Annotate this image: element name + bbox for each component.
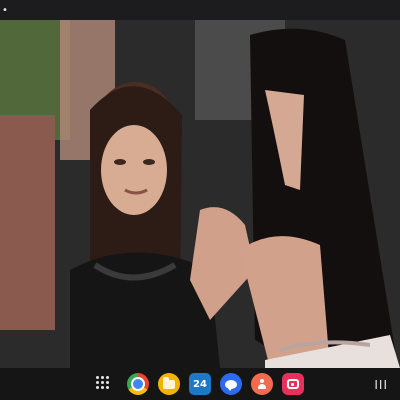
person-icon [257,379,267,389]
video-player[interactable] [0,20,400,368]
chrome-icon[interactable] [127,373,149,395]
app-drawer-icon[interactable] [96,376,112,392]
status-indicator: • [2,4,10,16]
recent-apps-button[interactable]: III [374,378,388,392]
folder-icon [163,376,175,389]
chrome-center-icon [131,377,145,391]
video-frame [0,20,400,368]
app-dock: 24 [96,373,304,395]
status-bar: • [0,0,400,20]
calendar-date-label: 24 [193,378,207,390]
contacts-icon[interactable] [251,373,273,395]
tablet-screen: • 24 III [0,0,400,400]
files-icon[interactable] [158,373,180,395]
messages-icon[interactable] [220,373,242,395]
message-bubble-icon [225,379,237,391]
gallery-icon[interactable] [282,373,304,395]
calendar-icon[interactable]: 24 [189,373,211,395]
taskbar: 24 III [0,368,400,400]
photo-icon [287,379,299,389]
